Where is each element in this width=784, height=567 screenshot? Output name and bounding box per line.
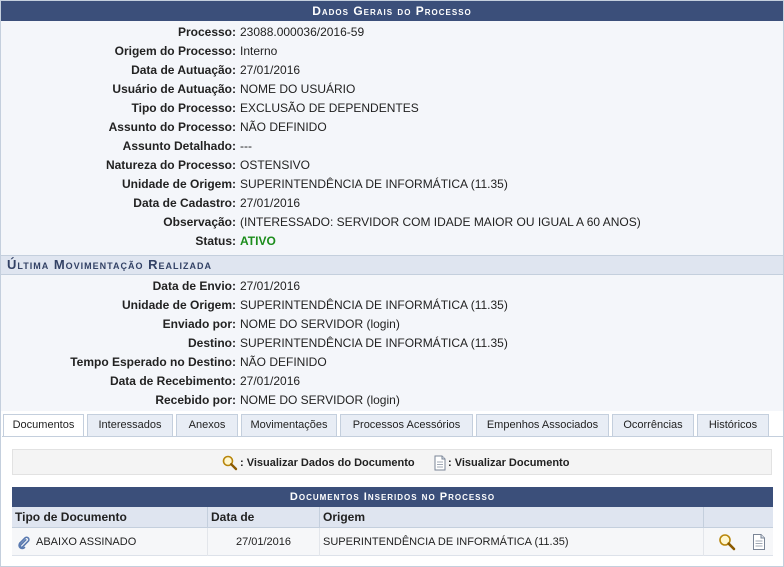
cell-data: 27/01/2016	[208, 528, 320, 556]
field-value: OSTENSIVO	[240, 158, 311, 172]
tab-processos-acessorios[interactable]: Processos Acessórios	[340, 414, 473, 436]
magnifier-icon	[719, 534, 736, 551]
document-icon	[434, 455, 446, 471]
field-label: Unidade de Origem:	[121, 177, 236, 191]
info-row-data-autuacao: Data de Autuação: 27/01/2016	[1, 61, 783, 80]
field-label: Unidade de Origem:	[121, 298, 236, 312]
actions-legend: : Visualizar Dados do Documento : Visual…	[12, 449, 772, 475]
info-row-usuario-autuacao: Usuário de Autuação: NOME DO USUÁRIO	[1, 80, 783, 99]
field-value: 27/01/2016	[240, 279, 301, 293]
field-label: Recebido por:	[155, 393, 236, 407]
legend-view-document-label: : Visualizar Documento	[448, 457, 570, 469]
tab-interessados[interactable]: Interessados	[87, 414, 173, 436]
info-row-origem: Origem do Processo: Interno	[1, 42, 783, 61]
cell-origem: SUPERINTENDÊNCIA DE INFORMÁTICA (11.35)	[320, 528, 704, 556]
field-label: Data de Autuação:	[131, 63, 236, 77]
field-value: 27/01/2016	[240, 63, 301, 77]
info-row-unidade-origem: Unidade de Origem: SUPERINTENDÊNCIA DE I…	[1, 175, 783, 194]
info-row-observacao: Observação: (INTERESSADO: SERVIDOR COM I…	[1, 213, 783, 232]
documents-table-caption: Documentos Inseridos no Processo	[12, 487, 773, 507]
main-header: Dados Gerais do Processo	[1, 1, 783, 21]
movement-row-data-envio: Data de Envio: 27/01/2016	[1, 277, 783, 296]
field-value: NÃO DEFINIDO	[240, 355, 327, 369]
cell-tipo: ABAIXO ASSINADO	[12, 528, 208, 556]
field-value: SUPERINTENDÊNCIA DE INFORMÁTICA (11.35)	[240, 177, 508, 191]
column-header-origem: Origem	[320, 507, 704, 528]
table-row: ABAIXO ASSINADO 27/01/2016 SUPERINTENDÊN…	[12, 528, 773, 556]
field-value: EXCLUSÃO DE DEPENDENTES	[240, 101, 419, 115]
field-label: Origem do Processo:	[114, 44, 236, 58]
info-row-assunto: Assunto do Processo: NÃO DEFINIDO	[1, 118, 783, 137]
tab-empenhos-associados[interactable]: Empenhos Associados	[476, 414, 609, 436]
document-type: ABAIXO ASSINADO	[36, 536, 137, 548]
field-label: Data de Recebimento:	[109, 374, 236, 388]
info-row-natureza: Natureza do Processo: OSTENSIVO	[1, 156, 783, 175]
field-label: Usuário de Autuação:	[112, 82, 236, 96]
tab-movimentacoes[interactable]: Movimentações	[241, 414, 337, 436]
info-row-tipo: Tipo do Processo: EXCLUSÃO DE DEPENDENTE…	[1, 99, 783, 118]
field-label: Assunto Detalhado:	[122, 139, 236, 153]
field-label: Observação:	[163, 215, 236, 229]
document-icon	[753, 534, 765, 550]
info-panel: Processo: 23088.000036/2016-59 Origem do…	[1, 21, 783, 411]
tab-anexos[interactable]: Anexos	[176, 414, 238, 436]
field-label: Data de Envio:	[152, 279, 236, 293]
info-row-processo: Processo: 23088.000036/2016-59	[1, 23, 783, 42]
tab-historicos[interactable]: Históricos	[697, 414, 769, 436]
movement-row-tempo-esperado: Tempo Esperado no Destino: NÃO DEFINIDO	[1, 353, 783, 372]
documents-table-header: Tipo de Documento Data de Documento Orig…	[12, 507, 773, 545]
info-row-data-cadastro: Data de Cadastro: 27/01/2016	[1, 194, 783, 213]
field-label: Data de Cadastro:	[133, 196, 236, 210]
magnifier-icon	[222, 455, 238, 471]
field-label: Tipo do Processo:	[131, 101, 236, 115]
tab-documentos[interactable]: Documentos	[3, 414, 84, 437]
paperclip-icon	[18, 536, 30, 550]
field-value: (INTERESSADO: SERVIDOR COM IDADE MAIOR O…	[240, 215, 641, 229]
movement-row-recebido-por: Recebido por: NOME DO SERVIDOR (login)	[1, 391, 783, 410]
last-movement-header: Última Movimentação Realizada	[1, 255, 783, 275]
column-header-data: Data de Documento	[208, 507, 320, 545]
process-details-frame: Dados Gerais do Processo Processo: 23088…	[0, 0, 784, 567]
field-label: Natureza do Processo:	[105, 158, 236, 172]
movement-row-destino: Destino: SUPERINTENDÊNCIA DE INFORMÁTICA…	[1, 334, 783, 353]
field-label: Status:	[195, 234, 236, 248]
info-row-assunto-detalhado: Assunto Detalhado: ---	[1, 137, 783, 156]
field-label: Processo:	[177, 25, 236, 39]
field-label: Destino:	[188, 336, 236, 350]
field-value: NÃO DEFINIDO	[240, 120, 327, 134]
field-value: 27/01/2016	[240, 374, 301, 388]
cell-actions	[704, 528, 773, 556]
field-value: SUPERINTENDÊNCIA DE INFORMÁTICA (11.35)	[240, 298, 508, 312]
movement-row-enviado-por: Enviado por: NOME DO SERVIDOR (login)	[1, 315, 783, 334]
field-label: Enviado por:	[162, 317, 236, 331]
legend-view-document: : Visualizar Documento	[433, 454, 569, 472]
legend-view-data-label: : Visualizar Dados do Documento	[240, 457, 415, 469]
info-row-status: Status: ATIVO	[1, 232, 783, 251]
field-value: 27/01/2016	[240, 196, 301, 210]
view-document-data-button[interactable]	[718, 533, 736, 562]
column-header-tipo: Tipo de Documento	[12, 507, 208, 528]
legend-view-data: : Visualizar Dados do Documento	[221, 454, 415, 472]
movement-row-unidade-origem: Unidade de Origem: SUPERINTENDÊNCIA DE I…	[1, 296, 783, 315]
movement-row-data-recebimento: Data de Recebimento: 27/01/2016	[1, 372, 783, 391]
field-value: Interno	[240, 44, 278, 58]
field-value: 23088.000036/2016-59	[240, 25, 365, 39]
field-label: Assunto do Processo:	[108, 120, 236, 134]
field-value: ---	[240, 139, 252, 153]
column-header-actions	[704, 507, 773, 528]
field-value: NOME DO SERVIDOR (login)	[240, 393, 400, 407]
field-value: NOME DO USUÁRIO	[240, 82, 356, 96]
tab-ocorrencias[interactable]: Ocorrências	[612, 414, 694, 436]
field-value: NOME DO SERVIDOR (login)	[240, 317, 400, 331]
field-label: Tempo Esperado no Destino:	[70, 355, 236, 369]
view-document-button[interactable]	[752, 533, 766, 562]
field-value: SUPERINTENDÊNCIA DE INFORMÁTICA (11.35)	[240, 336, 508, 350]
status-value: ATIVO	[240, 234, 276, 248]
tab-bar: Documentos Interessados Anexos Movimenta…	[3, 414, 783, 437]
